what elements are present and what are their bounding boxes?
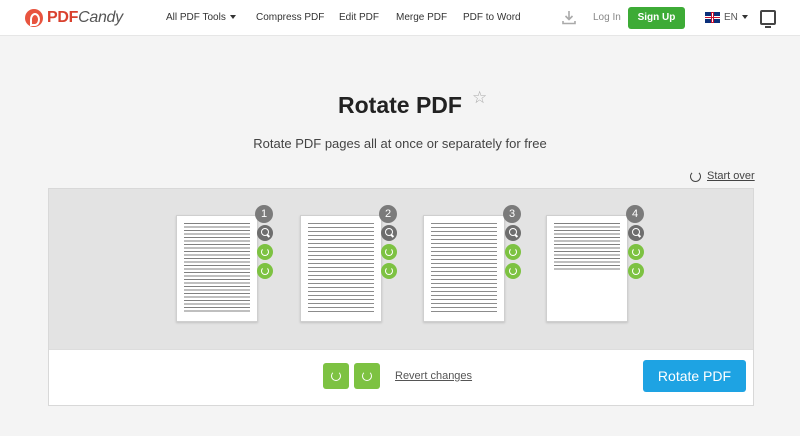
star-icon[interactable]: ☆: [472, 88, 487, 108]
page-text-lines: [431, 222, 497, 314]
rotate-left-icon[interactable]: [381, 244, 397, 260]
start-over-link[interactable]: Start over: [690, 170, 755, 182]
nav-merge-pdf[interactable]: Merge PDF: [396, 12, 447, 23]
start-over-label: Start over: [707, 170, 755, 182]
page-number-badge: 2: [379, 205, 397, 223]
nav-compress-pdf[interactable]: Compress PDF: [256, 12, 324, 23]
rotate-left-icon[interactable]: [505, 244, 521, 260]
workspace: 1 2 3 4 Revert changes Rotate PDF: [48, 188, 754, 406]
logo-icon: [25, 9, 43, 27]
zoom-icon[interactable]: [257, 225, 273, 241]
language-selector[interactable]: EN: [724, 12, 748, 23]
login-link[interactable]: Log In: [593, 12, 621, 23]
download-icon[interactable]: [562, 10, 576, 25]
logo-text: PDFCandy: [47, 9, 123, 26]
page-title: Rotate PDF: [338, 92, 462, 118]
revert-changes-link[interactable]: Revert changes: [395, 370, 472, 382]
rotate-all-left-button[interactable]: [323, 363, 349, 389]
page-text-lines: [308, 222, 374, 314]
desktop-app-icon[interactable]: [760, 10, 776, 28]
rotate-right-icon[interactable]: [257, 263, 273, 279]
rotate-left-icon[interactable]: [628, 244, 644, 260]
zoom-icon[interactable]: [628, 225, 644, 241]
rotate-all-right-button[interactable]: [354, 363, 380, 389]
zoom-icon[interactable]: [505, 225, 521, 241]
top-header: PDFCandy All PDF Tools Compress PDF Edit…: [0, 0, 800, 36]
page-thumbnail[interactable]: [300, 215, 382, 322]
refresh-icon: [690, 170, 701, 182]
uk-flag-icon[interactable]: [705, 12, 720, 23]
page-number-badge: 1: [255, 205, 273, 223]
nav-all-pdf-tools[interactable]: All PDF Tools: [166, 12, 236, 23]
pdfcandy-logo[interactable]: PDFCandy: [25, 9, 123, 27]
rotate-left-icon[interactable]: [257, 244, 273, 260]
page-number-badge: 4: [626, 205, 644, 223]
rotate-right-icon[interactable]: [628, 263, 644, 279]
nav-edit-pdf[interactable]: Edit PDF: [339, 12, 379, 23]
signup-button[interactable]: Sign Up: [628, 7, 685, 29]
page-thumbnail[interactable]: [546, 215, 628, 322]
page-thumbnail[interactable]: [423, 215, 505, 322]
page-thumbnail[interactable]: [176, 215, 258, 322]
page-text-lines: [184, 222, 250, 314]
page-text-lines: [554, 222, 620, 272]
page-number-badge: 3: [503, 205, 521, 223]
rotate-right-icon[interactable]: [381, 263, 397, 279]
nav-pdf-to-word[interactable]: PDF to Word: [463, 12, 521, 23]
caret-down-icon: [741, 15, 748, 20]
page-subtitle: Rotate PDF pages all at once or separate…: [253, 136, 547, 151]
rotate-pdf-button[interactable]: Rotate PDF: [643, 360, 746, 392]
rotate-right-icon[interactable]: [505, 263, 521, 279]
zoom-icon[interactable]: [381, 225, 397, 241]
caret-down-icon: [229, 15, 236, 20]
